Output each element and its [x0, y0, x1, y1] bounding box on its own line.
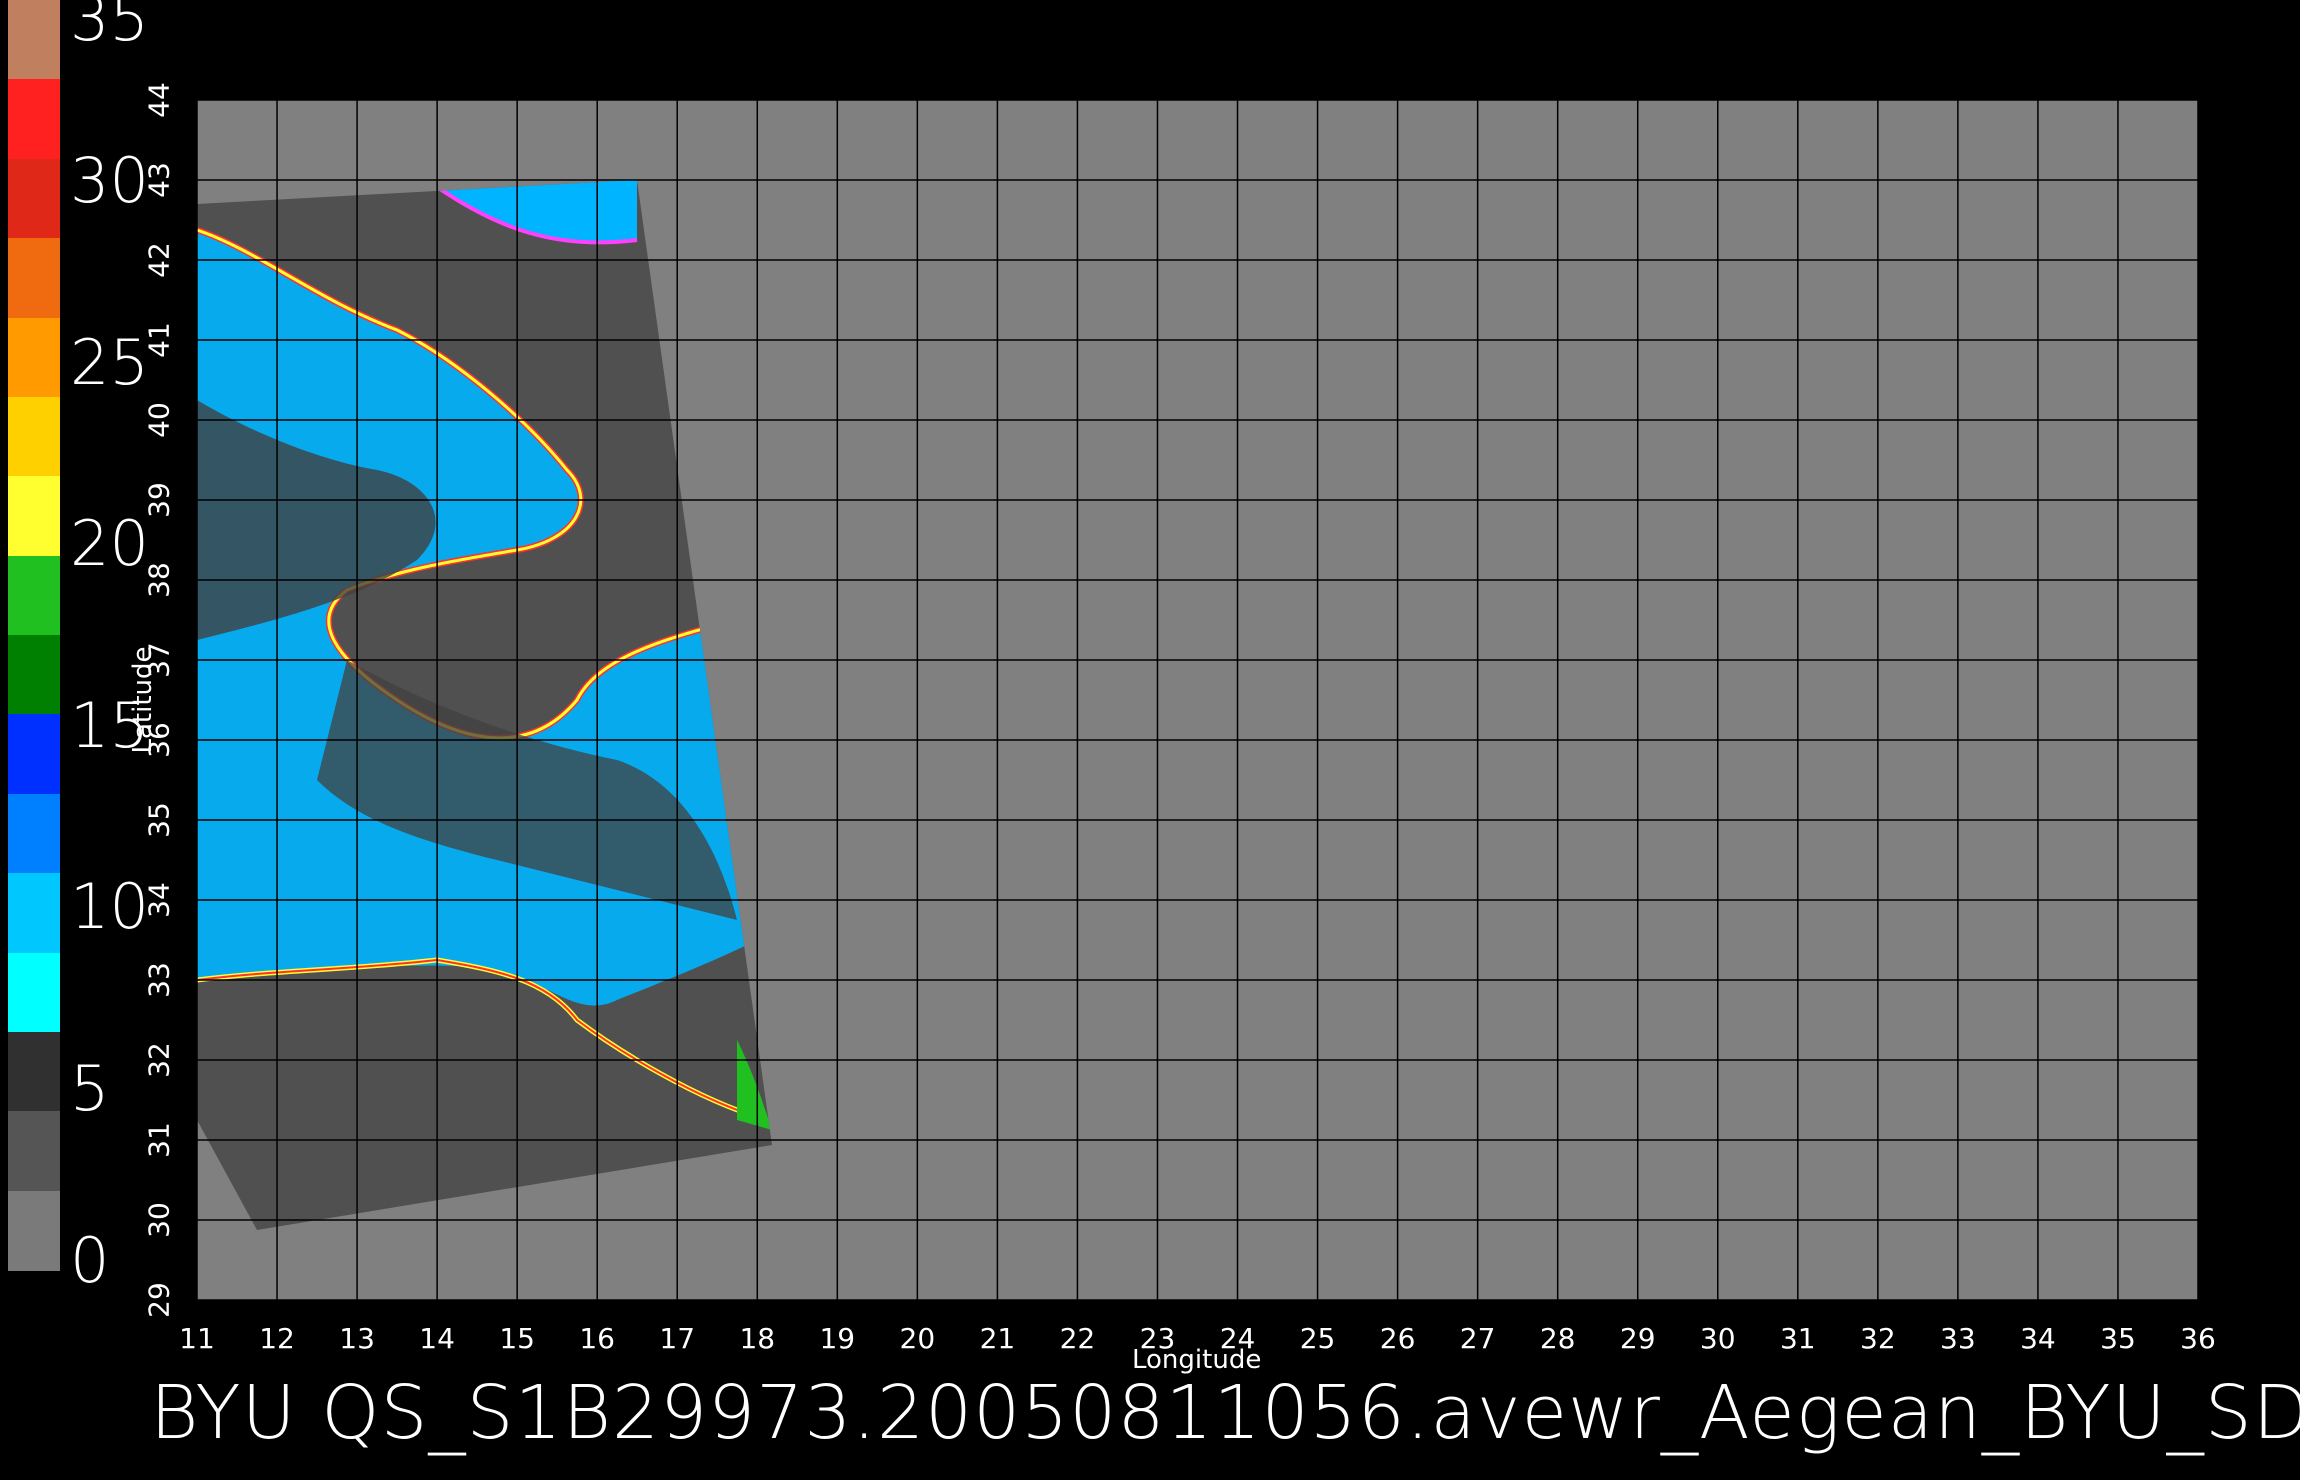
- colorbar-segment: [8, 317, 60, 398]
- wind-speed-colorbar: 35 30 25 20 15 10 5 0: [8, 0, 149, 1292]
- longitude-tick: 25: [1299, 1322, 1336, 1355]
- longitude-tick: 21: [979, 1322, 1016, 1355]
- longitude-tick: 27: [1459, 1322, 1496, 1355]
- colorbar-segment: [8, 1111, 60, 1192]
- longitude-tick: 22: [1059, 1322, 1096, 1355]
- latitude-tick: 39: [142, 482, 176, 518]
- colorbar-label: 35: [70, 0, 149, 55]
- footer-title: BYU QS_S1B29973.20050811056.avewr_Aegean…: [150, 1370, 2300, 1456]
- colorbar-label: 0: [70, 1224, 110, 1297]
- latitude-tick: 31: [142, 1122, 176, 1158]
- y-axis-title: Latitude: [128, 646, 158, 754]
- latitude-tick: 41: [142, 322, 176, 358]
- latitude-tick: 43: [142, 162, 176, 198]
- longitude-tick: 14: [419, 1322, 455, 1355]
- longitude-tick: 13: [339, 1322, 375, 1355]
- colorbar-segment: [8, 1190, 60, 1271]
- latitude-tick: 38: [142, 562, 176, 598]
- longitude-tick: 11: [179, 1322, 215, 1355]
- colorbar-segment: [8, 238, 60, 319]
- colorbar-label: 25: [70, 325, 149, 399]
- colorbar-segment: [8, 0, 60, 81]
- figure-root: 35 30 25 20 15 10 5 0 11 12 13 14 15 16 17 18 19 20 21 22 2…: [0, 0, 2300, 1480]
- colorbar-segment: [8, 635, 60, 716]
- colorbar-label: 5: [70, 1051, 110, 1125]
- longitude-tick: 17: [659, 1322, 696, 1355]
- colorbar-segment: [8, 79, 60, 160]
- colorbar-label: 20: [70, 507, 149, 581]
- longitude-tick: 36: [2180, 1322, 2216, 1355]
- longitude-tick: 34: [2020, 1322, 2056, 1355]
- longitude-tick: 18: [739, 1322, 776, 1355]
- colorbar-segment: [8, 714, 60, 795]
- latitude-tick: 32: [142, 1042, 176, 1078]
- colorbar-label: 10: [70, 870, 149, 944]
- longitude-tick: 16: [579, 1322, 616, 1355]
- colorbar-segment: [8, 476, 60, 557]
- longitude-tick: 28: [1539, 1322, 1576, 1355]
- latitude-tick: 29: [142, 1282, 176, 1318]
- latitude-tick: 30: [142, 1202, 176, 1238]
- colorbar-label: 30: [70, 144, 149, 218]
- colorbar-segment: [8, 952, 60, 1033]
- longitude-tick: 31: [1779, 1322, 1816, 1355]
- colorbar-segment: [8, 555, 60, 636]
- latitude-tick: 42: [142, 242, 176, 278]
- map-plot-area: [197, 100, 2198, 1300]
- longitude-tick: 19: [819, 1322, 856, 1355]
- longitude-tick: 20: [899, 1322, 936, 1355]
- colorbar-segment: [8, 873, 60, 954]
- latitude-tick: 44: [142, 82, 176, 118]
- colorbar-segment: [8, 793, 60, 875]
- latitude-tick: 35: [142, 802, 176, 838]
- longitude-tick: 32: [1860, 1322, 1896, 1355]
- longitude-tick: 29: [1619, 1322, 1656, 1355]
- colorbar-segment: [8, 158, 60, 240]
- colorbar-segment: [8, 396, 60, 478]
- colorbar-segment: [8, 1031, 60, 1113]
- longitude-tick: 30: [1699, 1322, 1736, 1355]
- longitude-tick: 15: [499, 1322, 535, 1355]
- latitude-tick: 33: [142, 962, 176, 998]
- latitude-tick: 40: [142, 402, 176, 438]
- longitude-tick: 12: [259, 1322, 295, 1355]
- longitude-tick: 26: [1379, 1322, 1416, 1355]
- latitude-tick: 34: [142, 882, 176, 918]
- longitude-tick: 33: [1940, 1322, 1976, 1355]
- longitude-tick: 35: [2100, 1322, 2136, 1355]
